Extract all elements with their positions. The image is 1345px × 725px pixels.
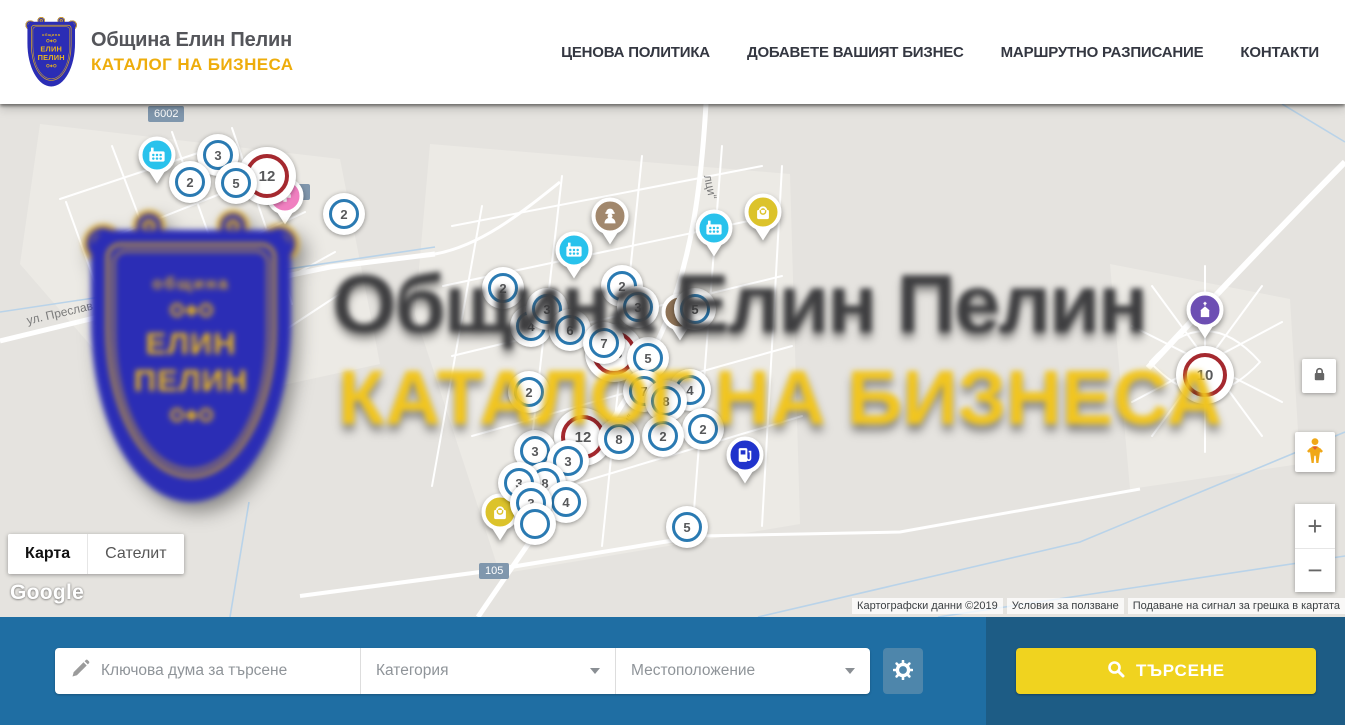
category-select[interactable]: Категория (360, 648, 615, 694)
zoom-in-button[interactable]: + (1295, 504, 1335, 548)
emblem-text-line1: ЕЛИН (32, 45, 71, 54)
scroll-lock-button[interactable] (1302, 359, 1336, 393)
category-pin-church[interactable] (1187, 292, 1224, 329)
location-select[interactable]: Местоположение (615, 648, 870, 694)
main-nav: ЦЕНОВА ПОЛИТИКА ДОБАВЕТЕ ВАШИЯТ БИЗНЕС М… (561, 44, 1319, 61)
cluster-marker[interactable]: 2 (482, 267, 524, 309)
cluster-marker[interactable]: 2 (323, 193, 365, 235)
chevron-down-icon (845, 668, 855, 674)
search-button[interactable]: ТЪРСЕНЕ (1016, 648, 1316, 694)
map-type-map-button[interactable]: Карта (8, 534, 87, 574)
cluster-marker[interactable]: 8 (598, 418, 640, 460)
google-logo[interactable]: Google (10, 581, 84, 605)
gear-icon (893, 660, 913, 683)
emblem-text-line2: ПЕЛИН (32, 53, 71, 62)
chevron-down-icon (590, 668, 600, 674)
zoom-control: + − (1295, 504, 1335, 592)
cluster-marker[interactable]: 2 (169, 161, 211, 203)
site-header: община ЕЛИН ПЕЛИН Община Елин Пелин КАТА… (0, 0, 1345, 104)
category-select-label: Категория (376, 662, 448, 680)
zoom-out-button[interactable]: − (1295, 548, 1335, 592)
cluster-marker[interactable]: 3 (617, 286, 659, 328)
category-pin-factory[interactable] (556, 232, 593, 269)
pencil-icon (70, 659, 90, 684)
terms-link[interactable]: Условия за ползване (1007, 598, 1124, 614)
cluster-marker[interactable]: 2 (642, 415, 684, 457)
map-markers: 13123252224335675247822128338343510 (0, 104, 1345, 617)
map-type-control: Карта Сателит (8, 534, 184, 574)
cluster-marker[interactable]: 2 (508, 371, 550, 413)
cluster-marker[interactable]: 10 (1176, 346, 1234, 404)
cluster-marker[interactable]: 5 (666, 506, 708, 548)
nav-item-pricing[interactable]: ЦЕНОВА ПОЛИТИКА (561, 44, 710, 61)
keyword-field (55, 648, 360, 694)
brand-subtitle: КАТАЛОГ НА БИЗНЕСА (91, 55, 293, 75)
brand-title: Община Елин Пелин (91, 29, 293, 52)
search-bar: Категория Местоположение ТЪРСЕНЕ (0, 617, 1345, 725)
search-fields: Категория Местоположение (55, 648, 870, 694)
category-pin-fuel[interactable] (727, 437, 764, 474)
search-icon (1107, 660, 1125, 683)
map-attribution: Картографски данни ©2019 Условия за полз… (848, 598, 1345, 614)
brand: община ЕЛИН ПЕЛИН Община Елин Пелин КАТА… (26, 17, 293, 87)
search-button-label: ТЪРСЕНЕ (1136, 661, 1225, 681)
category-pin-factory[interactable] (696, 210, 733, 247)
cluster-marker[interactable]: 5 (215, 162, 257, 204)
lock-icon (1313, 367, 1326, 385)
cluster-marker[interactable]: 7 (583, 322, 625, 364)
pegman-control[interactable] (1295, 432, 1335, 472)
map-type-satellite-button[interactable]: Сателит (87, 534, 183, 574)
emblem-text-top: община (32, 32, 71, 37)
pegman-icon (1304, 437, 1326, 467)
map-data-copyright: Картографски данни ©2019 (852, 598, 1003, 614)
map-canvas[interactable]: 6002 105 ул. Преслав бул. „Новоселци“ лц… (0, 104, 1345, 617)
category-pin-factory[interactable] (139, 137, 176, 174)
nav-item-contacts[interactable]: КОНТАКТИ (1240, 44, 1319, 61)
nav-item-add-business[interactable]: ДОБАВЕТЕ ВАШИЯТ БИЗНЕС (747, 44, 964, 61)
category-pin-shopping-bag[interactable] (745, 194, 782, 231)
location-select-label: Местоположение (631, 662, 755, 680)
keyword-input[interactable] (101, 662, 345, 680)
cluster-marker[interactable] (514, 503, 556, 545)
report-error-link[interactable]: Подаване на сигнал за грешка в картата (1128, 598, 1345, 614)
category-pin-worker[interactable] (592, 198, 629, 235)
cluster-marker[interactable]: 5 (674, 288, 716, 330)
settings-button[interactable] (883, 648, 923, 694)
cluster-marker[interactable]: 2 (682, 408, 724, 450)
nav-item-route-schedule[interactable]: МАРШРУТНО РАЗПИСАНИЕ (1001, 44, 1204, 61)
municipality-logo: община ЕЛИН ПЕЛИН (26, 17, 78, 87)
